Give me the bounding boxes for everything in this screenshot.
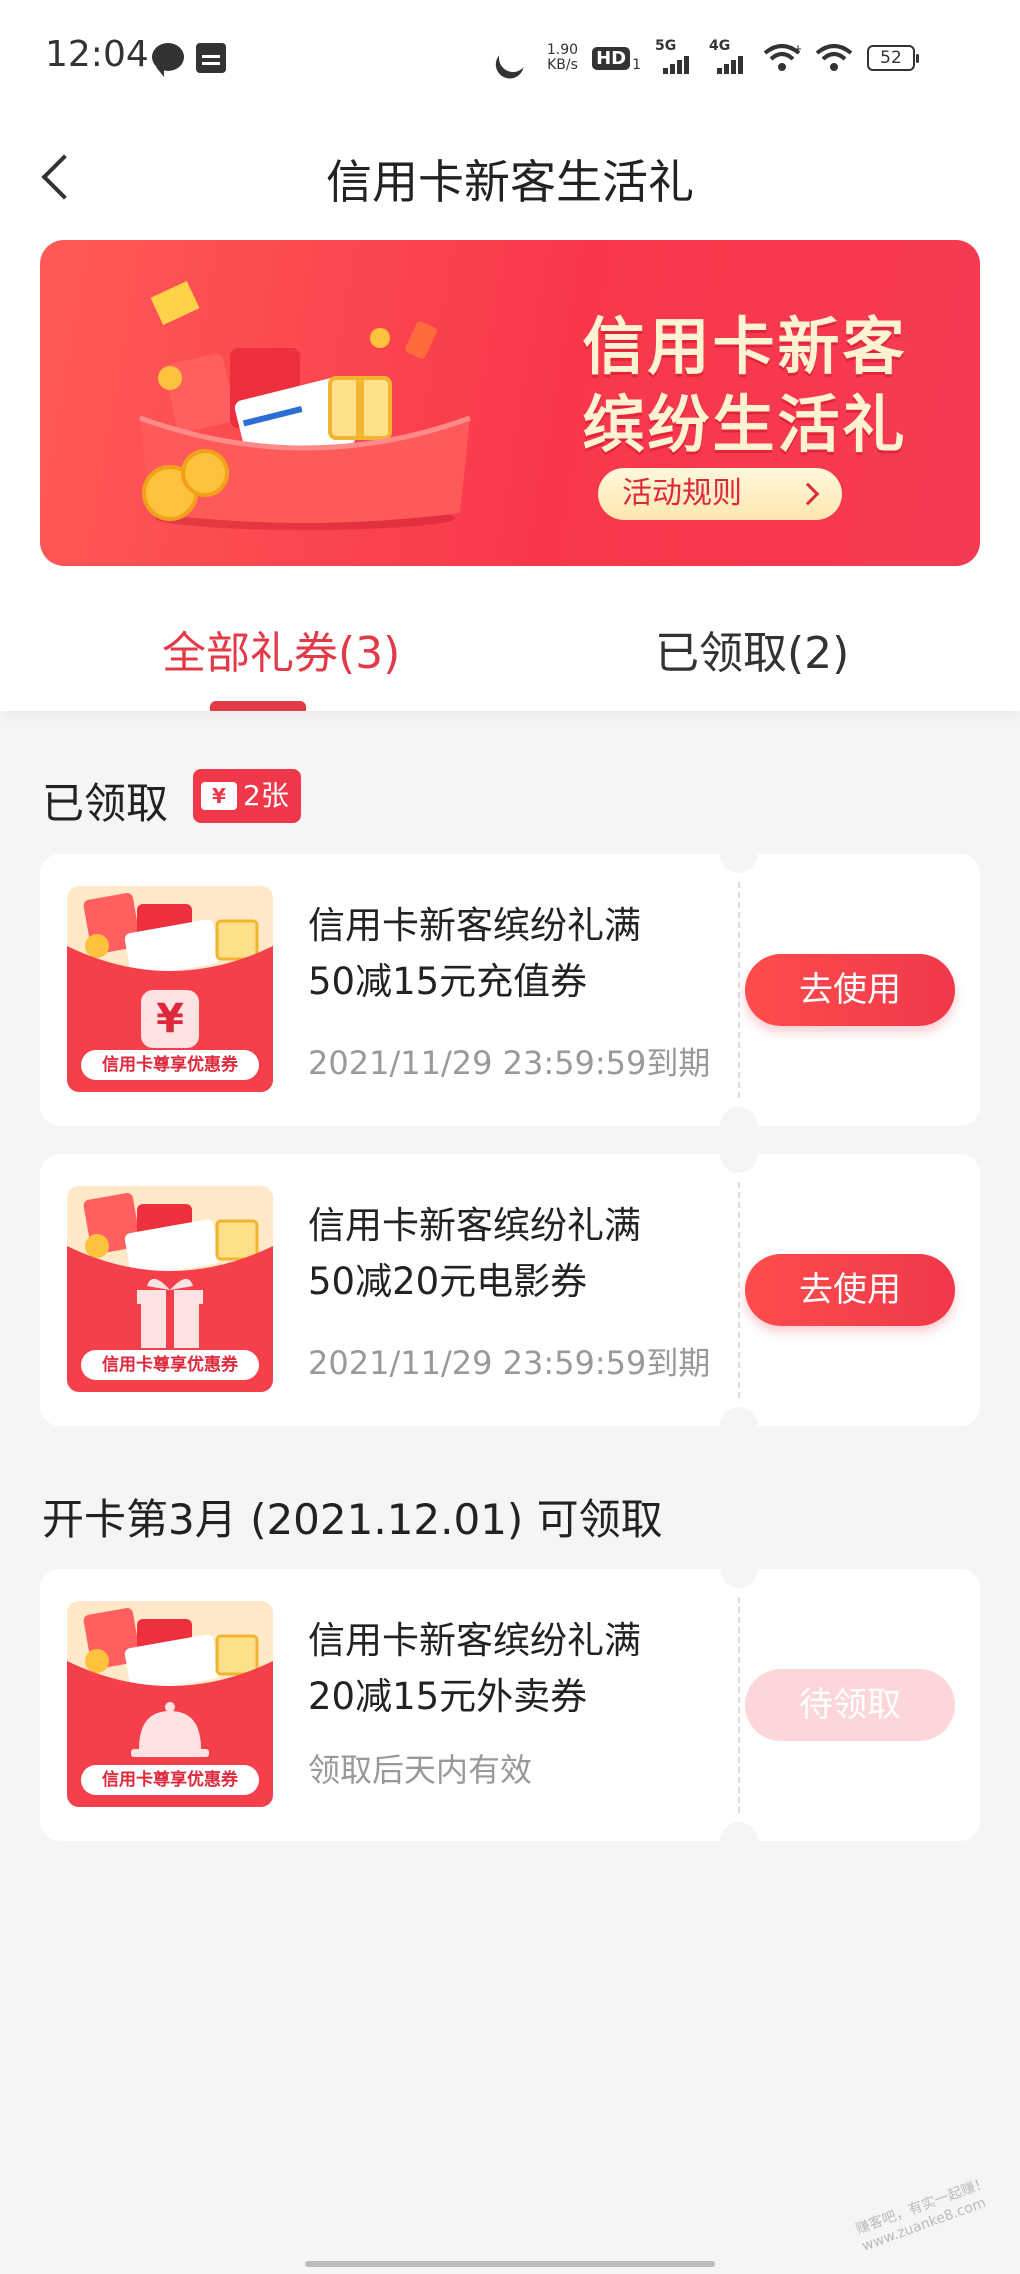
section-title-claimed: 已领取 bbox=[42, 779, 169, 828]
banner-title-line2: 缤纷生活礼 bbox=[582, 388, 908, 461]
coupon-thumbnail-caption: 信用卡尊享优惠券 bbox=[81, 1050, 259, 1080]
promo-banner: 信用卡新客 缤纷生活礼 活动规则 bbox=[40, 240, 980, 566]
signal-4g-label: 4G bbox=[709, 38, 731, 54]
battery-icon: 52 bbox=[867, 45, 919, 71]
count-badge: ¥ 2张 bbox=[193, 769, 301, 823]
network-speed-unit: KB/s bbox=[547, 57, 578, 73]
coupon-title: 信用卡新客缤纷礼满 50减20元电影券 bbox=[308, 1198, 728, 1310]
chevron-right-icon bbox=[796, 482, 820, 506]
banner-title: 信用卡新客 缤纷生活礼 bbox=[545, 308, 945, 464]
coupon-title-line1: 信用卡新客缤纷礼满 bbox=[308, 1619, 641, 1662]
coupon-card: 信用卡尊享优惠券 信用卡新客缤纷礼满 20减15元外卖券 领取后天内有效 待领取 bbox=[40, 1550, 980, 1860]
coupon-thumbnail: 信用卡尊享优惠券 bbox=[67, 1186, 273, 1392]
status-time: 12:04 bbox=[45, 34, 149, 75]
pending-claim-button[interactable]: 待领取 bbox=[745, 1669, 955, 1741]
wifi-hotspot-icon: + bbox=[763, 42, 803, 73]
rules-button[interactable]: 活动规则 bbox=[598, 468, 842, 520]
watermark: 赚客吧，有实一起赚！ www.zuanke8.com bbox=[853, 2170, 1006, 2255]
coupon-expiry: 2021/11/29 23:59:59到期 bbox=[308, 1344, 711, 1382]
coupon-title-line1: 信用卡新客缤纷礼满 bbox=[308, 1204, 641, 1247]
yuan-icon: ¥ bbox=[156, 996, 184, 1042]
network-speed: 1.90 KB/s bbox=[547, 43, 578, 73]
red-envelope-illustration bbox=[139, 280, 471, 530]
coupon-card: ¥ 信用卡尊享优惠券 信用卡新客缤纷礼满 50减15元充值券 2021/11/2… bbox=[40, 835, 980, 1145]
coupon-card: 信用卡尊享优惠券 信用卡新客缤纷礼满 50减20元电影券 2021/11/29 … bbox=[40, 1135, 980, 1445]
banner-container: 信用卡新客 缤纷生活礼 活动规则 bbox=[0, 236, 1020, 579]
tab-indicator bbox=[210, 701, 306, 711]
home-indicator[interactable] bbox=[305, 2261, 715, 2267]
tab-all-coupons[interactable]: 全部礼券(3) bbox=[162, 617, 400, 681]
nav-bar: 信用卡新客生活礼 bbox=[0, 116, 1020, 236]
coupon-title: 信用卡新客缤纷礼满 20减15元外卖券 bbox=[308, 1613, 728, 1725]
network-speed-value: 1.90 bbox=[546, 42, 579, 58]
coupon-thumbnail-caption: 信用卡尊享优惠券 bbox=[81, 1350, 259, 1380]
coupon-expiry: 2021/11/29 23:59:59到期 bbox=[308, 1044, 711, 1082]
svg-text:+: + bbox=[793, 43, 801, 56]
section-title-pending: 开卡第3月 (2021.12.01) 可领取 bbox=[42, 1495, 663, 1544]
coupon-thumbnail: 信用卡尊享优惠券 bbox=[67, 1601, 273, 1807]
count-badge-label: 2张 bbox=[243, 779, 289, 812]
coupon-thumbnail: ¥ 信用卡尊享优惠券 bbox=[67, 886, 273, 1092]
coupon-title-line2: 50减20元电影券 bbox=[308, 1260, 588, 1303]
coupon-title: 信用卡新客缤纷礼满 50减15元充值券 bbox=[308, 898, 728, 1010]
coupon-thumbnail-caption: 信用卡尊享优惠券 bbox=[81, 1765, 259, 1795]
coupon-title-line2: 20减15元外卖券 bbox=[308, 1675, 588, 1718]
chat-icon bbox=[152, 43, 184, 77]
page-title: 信用卡新客生活礼 bbox=[326, 155, 694, 209]
wifi-icon bbox=[815, 43, 853, 73]
hd-sub-label: 1 bbox=[632, 57, 641, 73]
hd-icon: HD bbox=[592, 46, 631, 70]
signal-5g-label: 5G bbox=[655, 38, 677, 54]
coupon-title-line2: 50减15元充值券 bbox=[308, 960, 588, 1003]
calendar-icon bbox=[196, 43, 226, 73]
coupon-validity: 领取后天内有效 bbox=[308, 1751, 533, 1789]
rules-button-label: 活动规则 bbox=[622, 476, 742, 511]
use-coupon-button[interactable]: 去使用 bbox=[745, 1254, 955, 1326]
tab-claimed[interactable]: 已领取(2) bbox=[655, 617, 849, 681]
tab-bar: 全部礼券(3) 已领取(2) bbox=[0, 579, 1020, 711]
coupon-title-line1: 信用卡新客缤纷礼满 bbox=[308, 904, 641, 947]
status-icons: 1.90 KB/s HD 1 5G 4G + 52 bbox=[499, 38, 919, 78]
banner-title-line1: 信用卡新客 bbox=[582, 310, 908, 383]
signal-4g-icon: 4G bbox=[709, 38, 749, 74]
status-bar: 12:04 1.90 KB/s HD 1 5G 4G + 52 bbox=[0, 0, 1020, 116]
ticket-icon: ¥ bbox=[201, 782, 237, 810]
signal-5g-icon: 5G bbox=[655, 38, 695, 74]
use-coupon-button[interactable]: 去使用 bbox=[745, 954, 955, 1026]
moon-icon bbox=[494, 39, 532, 77]
